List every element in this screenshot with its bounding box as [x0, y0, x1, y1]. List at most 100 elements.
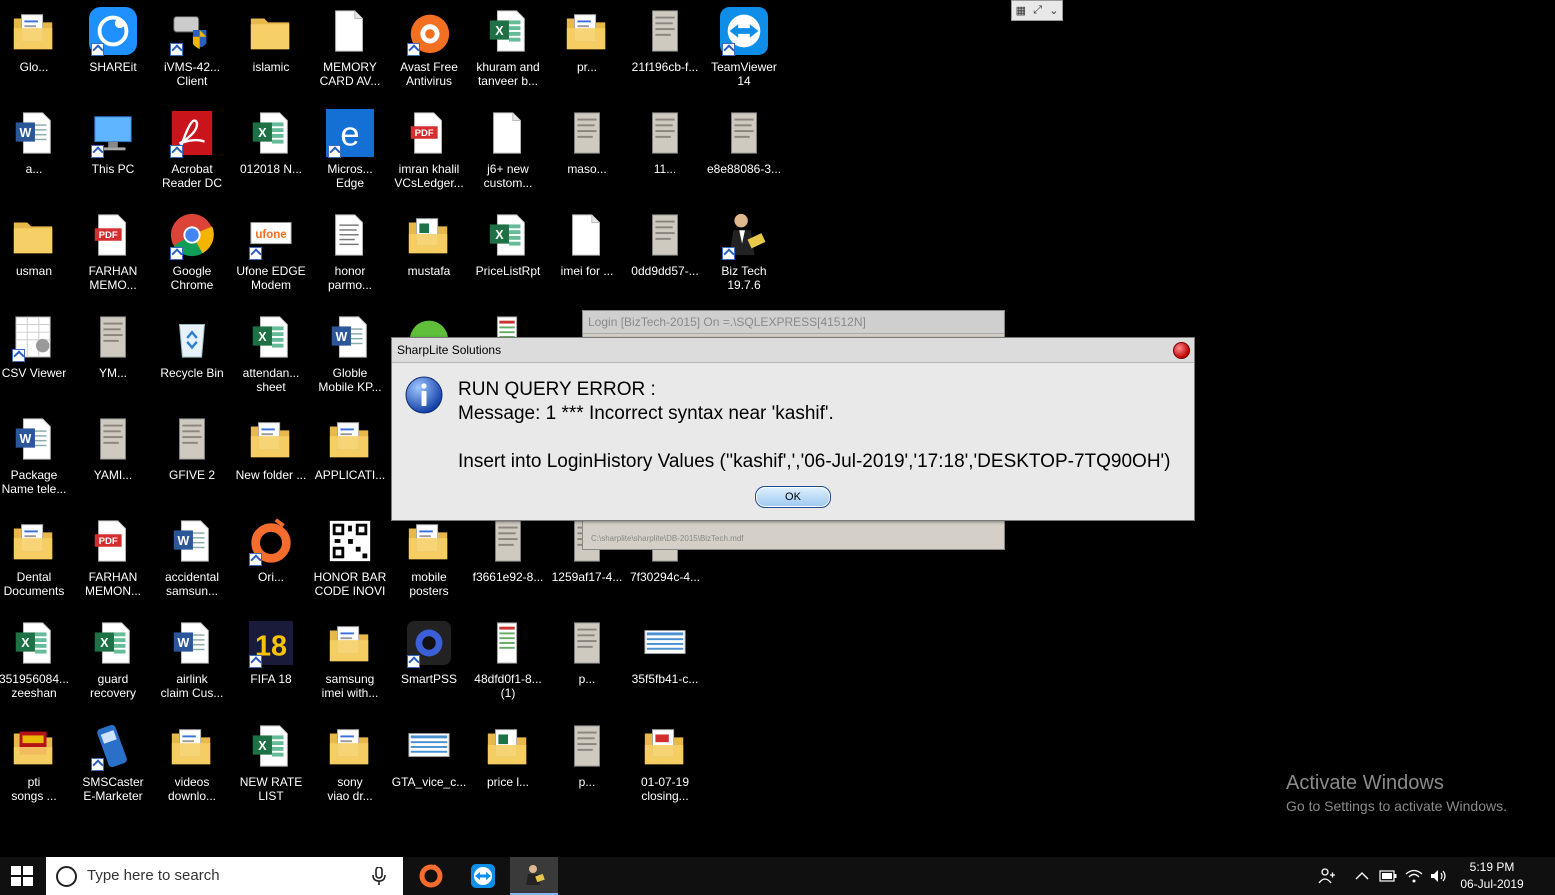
desktop-icon-label: GFIVE 2	[168, 468, 215, 482]
desktop-icon[interactable]: X NEW RATE LIST	[232, 721, 310, 803]
desktop-icon[interactable]: GTA_vice_c...	[390, 721, 468, 789]
teamviewer-icon[interactable]	[459, 857, 507, 895]
desktop-icon[interactable]: 18 FIFA 18	[232, 618, 310, 686]
desktop-icon[interactable]: YM...	[74, 312, 152, 380]
desktop-icon[interactable]: f3661e92-8...	[469, 516, 547, 584]
desktop-icon[interactable]: mobile posters	[390, 516, 468, 598]
desktop-icon[interactable]: price l...	[469, 721, 547, 789]
desktop-icon[interactable]: PDF FARHAN MEMO...	[74, 210, 152, 292]
desktop-icon[interactable]: 11...	[626, 108, 704, 176]
origin-icon[interactable]	[407, 857, 455, 895]
desktop-icon[interactable]: mustafa	[390, 210, 468, 278]
desktop-icon[interactable]: New folder ...	[232, 414, 310, 482]
desktop-icon[interactable]: W Globle Mobile KP...	[311, 312, 389, 394]
desktop-icon-label: Biz Tech 19.7.6	[721, 264, 767, 292]
desktop-icon[interactable]: Recycle Bin	[153, 312, 231, 380]
desktop-icon[interactable]: pti songs ...	[0, 721, 73, 803]
desktop-icon[interactable]: Acrobat Reader DC	[153, 108, 231, 190]
desktop-icon[interactable]: j6+ new custom...	[469, 108, 547, 190]
mini-toolbar[interactable]: ▦ ⤢ ⌄	[1011, 0, 1063, 21]
grid-icon[interactable]: ▦	[1016, 4, 1026, 17]
taskbar-search-box[interactable]: Type here to search	[46, 857, 403, 895]
desktop-icon[interactable]: 35f5fb41-c...	[626, 618, 704, 686]
volume-icon[interactable]	[1430, 869, 1448, 883]
desktop-icon[interactable]: GFIVE 2	[153, 414, 231, 482]
desktop-icon[interactable]: 01-07-19 closing...	[626, 721, 704, 803]
desktop-icon[interactable]: X PriceListRpt	[469, 210, 547, 278]
desktop-icon[interactable]: APPLICATI...	[311, 414, 389, 482]
desktop-icon[interactable]: Xattendan... sheet	[232, 312, 310, 394]
wifi-icon[interactable]	[1405, 869, 1423, 883]
desktop-icon[interactable]: SHAREit	[74, 6, 152, 74]
svg-text:W: W	[177, 534, 189, 548]
desktop-icon[interactable]: TeamViewer 14	[705, 6, 783, 88]
desktop-icon[interactable]: samsung imei with...	[311, 618, 389, 700]
folder-doc-icon	[10, 6, 58, 56]
desktop-icon[interactable]: MEMORY CARD AV...	[311, 6, 389, 88]
expand-icon[interactable]: ⤢	[1033, 4, 1042, 17]
dialog-titlebar[interactable]: SharpLite Solutions	[392, 338, 1194, 363]
desktop-icon[interactable]: PDF FARHAN MEMON...	[74, 516, 152, 598]
desktop-icon[interactable]: iVMS-42... Client	[153, 6, 231, 88]
desktop-icon[interactable]: Biz Tech 19.7.6	[705, 210, 783, 292]
biztech-icon[interactable]	[510, 857, 558, 895]
battery-icon[interactable]	[1379, 870, 1397, 882]
desktop-icon[interactable]: imei for ...	[548, 210, 626, 278]
desktop-icon[interactable]: Avast Free Antivirus	[390, 6, 468, 88]
error-heading: RUN QUERY ERROR :	[458, 379, 656, 400]
desktop-icon[interactable]: Glo...	[0, 6, 73, 74]
desktop-icon[interactable]: 21f196cb-f...	[626, 6, 704, 74]
shareit-icon	[89, 6, 137, 56]
desktop-icon[interactable]: p...	[548, 618, 626, 686]
error-message: RUN QUERY ERROR : Message: 1 *** Incorre…	[458, 378, 1171, 474]
desktop-icon[interactable]: videos downlo...	[153, 721, 231, 803]
desktop-icon-label: 11...	[653, 162, 677, 176]
desktop-icon-label: New folder ...	[235, 468, 307, 482]
desktop-icon-label: 012018 N...	[239, 162, 303, 176]
people-icon[interactable]	[1318, 867, 1336, 885]
desktop-icon[interactable]: maso...	[548, 108, 626, 176]
desktop-icon[interactable]: Wa...	[0, 108, 73, 176]
desktop-icon[interactable]: e Micros... Edge	[311, 108, 389, 190]
desktop-icon[interactable]: honor parmo...	[311, 210, 389, 292]
desktop-icon[interactable]: Xkhuram and tanveer b...	[469, 6, 547, 88]
desktop-icon[interactable]: Waccidental samsun...	[153, 516, 231, 598]
desktop-icon[interactable]: W Package Name tele...	[0, 414, 73, 496]
ok-button[interactable]: OK	[755, 486, 831, 508]
desktop-icon[interactable]: This PC	[74, 108, 152, 176]
desktop-icon[interactable]: islamic	[232, 6, 310, 74]
desktop-icon[interactable]: Wairlink claim Cus...	[153, 618, 231, 700]
desktop-icon[interactable]: sony viao dr...	[311, 721, 389, 803]
desktop-icon[interactable]: Google Chrome	[153, 210, 231, 292]
desktop-icon[interactable]: usman	[0, 210, 73, 278]
desktop-icon[interactable]: PDF imran khalil VCsLedger...	[390, 108, 468, 190]
desktop-icon[interactable]: pr...	[548, 6, 626, 74]
shortcut-arrow-icon	[249, 247, 262, 260]
windows-start-icon[interactable]	[11, 866, 33, 886]
desktop-icon-label: accidental samsun...	[164, 570, 220, 598]
desktop-icon[interactable]: Xguard recovery	[74, 618, 152, 700]
chevron-down-icon[interactable]: ⌄	[1049, 4, 1058, 17]
desktop-icon[interactable]: X 351956084... zeeshan	[0, 618, 73, 700]
desktop-icon[interactable]: SmartPSS	[390, 618, 468, 686]
desktop-icon[interactable]: SMSCaster E-Marketer	[74, 721, 152, 803]
clock[interactable]: 5:19 PM 06-Jul-2019	[1452, 859, 1532, 893]
desktop-icon[interactable]: ufone Ufone EDGE Modem	[232, 210, 310, 292]
desktop-icon[interactable]: CSV Viewer	[0, 312, 73, 380]
close-button[interactable]	[1173, 342, 1190, 359]
chrome-icon	[168, 210, 216, 260]
desktop-icon[interactable]: 0dd9dd57-...	[626, 210, 704, 278]
microphone-icon[interactable]	[372, 867, 386, 885]
desktop-icon[interactable]: e8e88086-3...	[705, 108, 783, 176]
desktop-icon[interactable]: X 012018 N...	[232, 108, 310, 176]
cortana-icon[interactable]	[56, 866, 77, 887]
desktop-icon[interactable]: Dental Documents	[0, 516, 73, 598]
desktop-icon[interactable]: Ori...	[232, 516, 310, 584]
chevron-up-icon[interactable]	[1355, 871, 1369, 881]
desktop-icon[interactable]: 48dfd0f1-8... (1)	[469, 618, 547, 700]
desktop-icon[interactable]: HONOR BAR CODE INOVI	[311, 516, 389, 598]
excel-icon: X	[247, 721, 295, 771]
desktop-icon[interactable]: p...	[548, 721, 626, 789]
desktop-icon[interactable]: YAMI...	[74, 414, 152, 482]
origin-icon	[247, 516, 295, 566]
